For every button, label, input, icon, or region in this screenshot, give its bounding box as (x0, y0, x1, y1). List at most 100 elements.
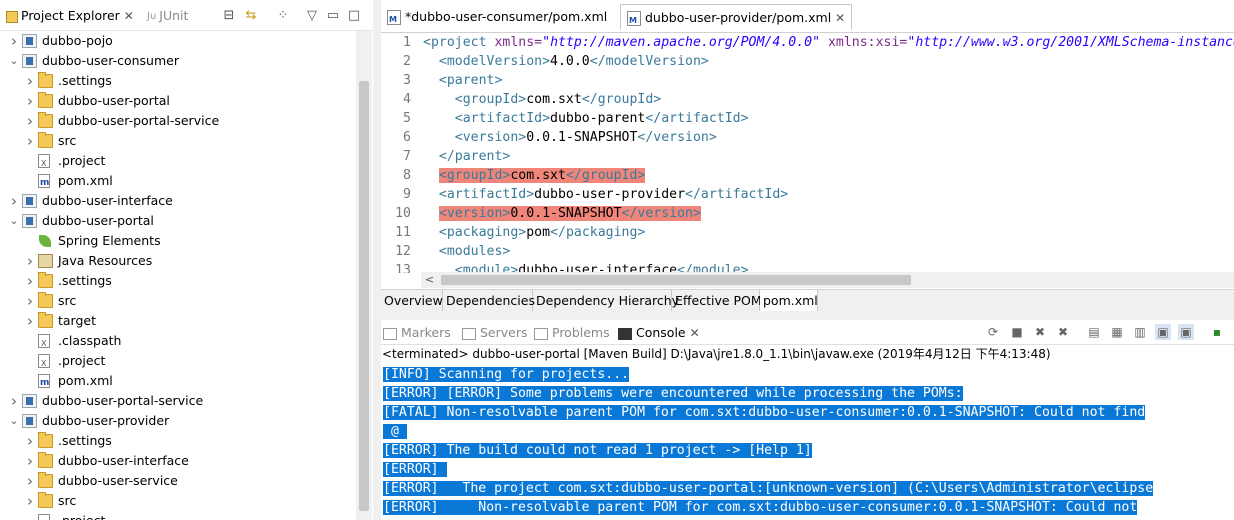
chevron-right-icon[interactable]: › (24, 291, 36, 311)
tree-item[interactable]: pom.xml (0, 371, 356, 393)
chevron-right-icon[interactable]: › (24, 111, 36, 131)
word-wrap-icon[interactable]: ▥ (1132, 324, 1148, 340)
tree-item[interactable]: › .settings (0, 431, 356, 451)
chevron-right-icon[interactable]: › (24, 71, 36, 91)
chevron-right-icon[interactable]: › (8, 391, 20, 411)
console-line-text: [ERROR] Non-resolvable parent POM for co… (383, 500, 1138, 515)
tab-consumer-pom[interactable]: *dubbo-user-consumer/pom.xml (381, 4, 613, 33)
java-resources-icon (38, 254, 53, 268)
tree-item[interactable]: pom.xml (0, 171, 356, 193)
tab-pom-xml[interactable]: pom.xml (760, 290, 818, 311)
filters-icon[interactable]: ⁘ (275, 8, 291, 24)
tree-item[interactable]: › .settings (0, 271, 356, 291)
scrollbar-thumb[interactable] (441, 275, 911, 285)
tree-item[interactable]: › src (0, 491, 356, 511)
chevron-down-icon[interactable]: ⌄ (8, 211, 20, 231)
tab-servers[interactable]: Servers (462, 323, 528, 343)
scroll-lock-icon[interactable]: ▦ (1109, 324, 1125, 340)
console-output[interactable]: [INFO] Scanning for projects... [ERROR] … (383, 365, 1234, 520)
chevron-right-icon[interactable]: › (24, 271, 36, 291)
maximize-icon[interactable]: □ (346, 8, 362, 24)
remove-all-terminated-icon[interactable]: ✖ (1055, 324, 1071, 340)
maven-project-icon (22, 34, 37, 48)
remove-launch-icon[interactable]: ✖ (1032, 324, 1048, 340)
tree-item[interactable]: › dubbo-user-interface (0, 191, 356, 211)
console-line-text: [INFO] Scanning for projects... (383, 367, 630, 382)
collapse-all-icon[interactable]: ⊟ (221, 8, 237, 24)
chevron-right-icon[interactable]: › (24, 251, 36, 271)
line-number: 6 (403, 130, 411, 145)
tree-item-label: src (58, 133, 77, 148)
tree-item[interactable]: .classpath (0, 331, 356, 354)
chevron-down-icon[interactable]: ⌄ (8, 411, 20, 431)
tab-dependencies[interactable]: Dependencies (443, 290, 535, 311)
tree-item[interactable]: Spring Elements (0, 231, 356, 251)
tree-item[interactable]: .project (0, 511, 356, 520)
clear-console-icon[interactable]: ▤ (1086, 324, 1102, 340)
vertical-splitter[interactable] (373, 0, 381, 520)
tree-item[interactable]: › dubbo-user-interface (0, 451, 356, 471)
tab-provider-pom[interactable]: dubbo-user-provider/pom.xml✕ (620, 4, 853, 34)
show-on-stderr-icon[interactable]: ▣ (1178, 324, 1194, 340)
minimize-icon[interactable]: ▭ (325, 8, 341, 24)
tree-item[interactable]: ⌄ dubbo-user-portal (0, 211, 356, 231)
tree-item[interactable]: › dubbo-user-service (0, 471, 356, 491)
tree-item[interactable]: .project (0, 151, 356, 174)
chevron-right-icon[interactable]: › (24, 451, 36, 471)
tree-item[interactable]: › src (0, 291, 356, 311)
tab-problems[interactable]: Problems (534, 323, 610, 343)
explorer-vertical-scrollbar[interactable] (356, 31, 372, 520)
tab-markers[interactable]: Markers (383, 323, 451, 343)
tree-item-label: Spring Elements (58, 233, 161, 248)
chevron-right-icon[interactable]: › (24, 431, 36, 451)
code-line: 12 <modules> (381, 242, 1234, 261)
code-line: 9 <artifactId>dubbo-user-provider</artif… (381, 185, 1234, 204)
chevron-right-icon[interactable]: › (24, 491, 36, 511)
close-icon[interactable]: ✕ (835, 11, 845, 25)
view-menu-icon[interactable]: ▽ (304, 8, 320, 24)
tree-item[interactable]: › target (0, 311, 356, 331)
code-line-highlighted: 8 <groupId>com.sxt</groupId> (381, 166, 1234, 185)
tree-item[interactable]: ⌄ dubbo-user-consumer (0, 51, 356, 71)
xml-attr: xmlns= (494, 35, 543, 50)
scroll-left-icon[interactable]: < (425, 272, 434, 288)
tree-item[interactable]: › dubbo-pojo (0, 31, 356, 51)
tab-junit[interactable]: Ju JUnit (147, 6, 188, 26)
horizontal-splitter[interactable] (381, 312, 1234, 320)
chevron-right-icon[interactable]: › (24, 131, 36, 151)
tab-consumer-pom-label: *dubbo-user-consumer/pom.xml (405, 9, 608, 24)
tree-item[interactable]: .project (0, 351, 356, 374)
reload-icon[interactable]: ⟳ (985, 324, 1001, 340)
editor-horizontal-scrollbar[interactable]: < (421, 272, 1234, 288)
tree-item[interactable]: › dubbo-user-portal-service (0, 391, 356, 411)
xml-source-area[interactable]: 1 <project xmlns="http://maven.apache.org… (381, 33, 1234, 273)
tab-effective-pom[interactable]: Effective POM (672, 290, 762, 311)
tree-item[interactable]: › Java Resources (0, 251, 356, 271)
console-line-text: [ERROR] (383, 462, 447, 477)
pin-console-icon[interactable]: ▪ (1209, 324, 1225, 340)
close-icon[interactable]: ✕ (690, 326, 700, 340)
tab-dependency-hierarchy[interactable]: Dependency Hierarchy (533, 290, 679, 311)
tab-overview[interactable]: Overview (381, 290, 443, 311)
tree-item[interactable]: › src (0, 131, 356, 151)
chevron-right-icon[interactable]: › (8, 31, 20, 51)
chevron-down-icon[interactable]: ⌄ (8, 51, 20, 71)
maven-project-icon (22, 414, 37, 428)
scrollbar-thumb[interactable] (359, 81, 369, 511)
link-with-editor-icon[interactable]: ⇆ (243, 8, 259, 24)
chevron-right-icon[interactable]: › (24, 311, 36, 331)
terminate-icon[interactable]: ■ (1009, 324, 1025, 340)
chevron-right-icon[interactable]: › (8, 191, 20, 211)
tab-project-explorer[interactable]: Project Explorer ✕ (6, 6, 134, 26)
tree-item-label: dubbo-user-provider (42, 413, 170, 428)
tree-item[interactable]: › dubbo-user-portal-service (0, 111, 356, 131)
tree-item[interactable]: ⌄ dubbo-user-provider (0, 411, 356, 431)
xml-file-icon (38, 514, 50, 520)
chevron-right-icon[interactable]: › (24, 471, 36, 491)
chevron-right-icon[interactable]: › (24, 91, 36, 111)
tab-console[interactable]: Console ✕ (618, 323, 700, 343)
tree-item[interactable]: › dubbo-user-portal (0, 91, 356, 111)
tree-item[interactable]: › .settings (0, 71, 356, 91)
close-icon[interactable]: ✕ (124, 9, 134, 23)
show-on-stdout-icon[interactable]: ▣ (1155, 324, 1171, 340)
